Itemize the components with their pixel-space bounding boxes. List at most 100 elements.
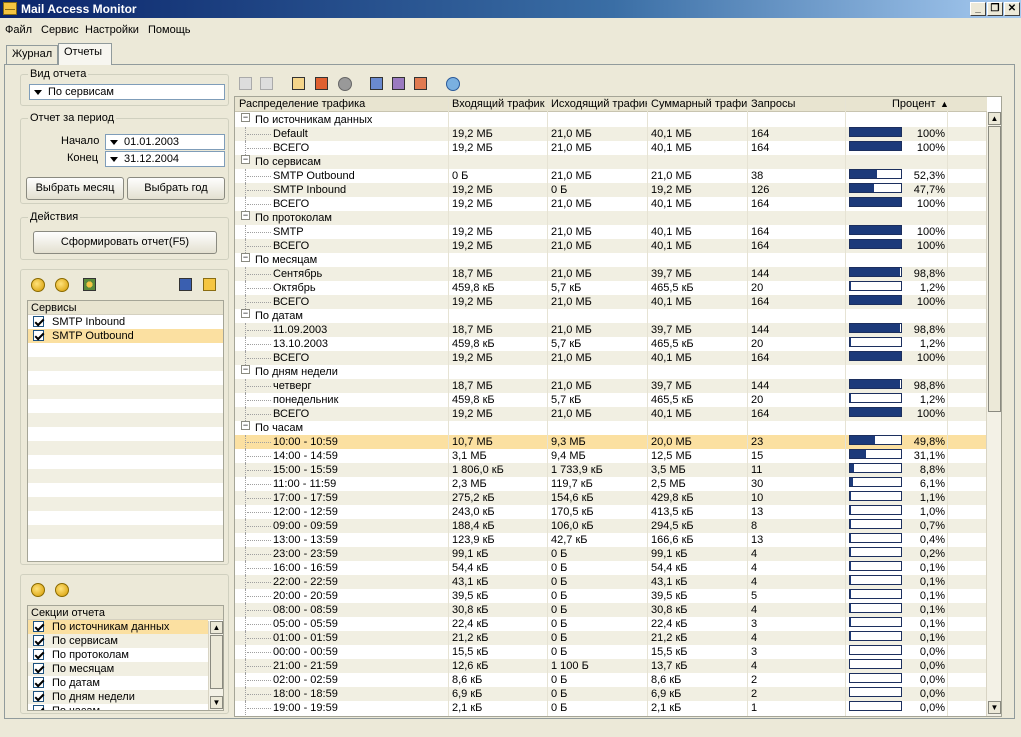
table-row[interactable]: 01:00 - 01:59 21,2 кБ 0 Б 21,2 кБ 4 0,1%: [235, 631, 987, 645]
table-row[interactable]: ВСЕГО 19,2 МБ 21,0 МБ 40,1 МБ 164 100%: [235, 141, 987, 155]
select-year-button[interactable]: Выбрать год: [127, 177, 225, 200]
table-row[interactable]: SMTP Inbound 19,2 МБ 0 Б 19,2 МБ 126 47,7%: [235, 183, 987, 197]
section-item[interactable]: По источникам данных: [28, 620, 208, 634]
section-item[interactable]: По месяцам: [28, 662, 208, 676]
search-icon[interactable]: [444, 75, 462, 93]
table-row[interactable]: понедельник 459,8 кБ 5,7 кБ 465,5 кБ 20 1,2%: [235, 393, 987, 407]
checkbox[interactable]: [33, 677, 44, 688]
col-total[interactable]: Суммарный трафик: [651, 98, 747, 110]
table-row[interactable]: 15:00 - 15:59 1 806,0 кБ 1 733,9 кБ 3,5 МБ 1…: [235, 463, 987, 477]
table-row[interactable]: 14:00 - 14:59 3,1 МБ 9,4 МБ 12,5 МБ 15 31,1%: [235, 449, 987, 463]
invert-selection-icon[interactable]: [81, 276, 99, 294]
checkbox[interactable]: [33, 691, 44, 702]
checkbox[interactable]: [33, 316, 44, 327]
checkbox[interactable]: [33, 635, 44, 646]
table-row[interactable]: ВСЕГО 19,2 МБ 21,0 МБ 40,1 МБ 164 100%: [235, 239, 987, 253]
sections-scrollbar[interactable]: ▲ ▼: [208, 621, 223, 710]
pie-chart-icon[interactable]: [336, 75, 354, 93]
menu-help[interactable]: Помощь: [148, 24, 191, 36]
checkbox[interactable]: [33, 330, 44, 341]
table-row[interactable]: 23:00 - 23:59 99,1 кБ 0 Б 99,1 кБ 4 0,2%: [235, 547, 987, 561]
start-date-field[interactable]: 01.01.2003: [105, 134, 225, 150]
grid-scrollbar[interactable]: ▲ ▼: [986, 112, 1001, 716]
section-item[interactable]: По сервисам: [28, 634, 208, 648]
section-item[interactable]: По часам: [28, 704, 208, 710]
group-row[interactable]: − По дням недели: [235, 365, 987, 379]
table-row[interactable]: 00:00 - 00:59 15,5 кБ 0 Б 15,5 кБ 3 0,0%: [235, 645, 987, 659]
table-row[interactable]: SMTP Outbound 0 Б 21,0 МБ 21,0 МБ 38 52,3%: [235, 169, 987, 183]
table-row[interactable]: Сентябрь 18,7 МБ 21,0 МБ 39,7 МБ 144 98,8%: [235, 267, 987, 281]
table-row[interactable]: ВСЕГО 19,2 МБ 21,0 МБ 40,1 МБ 164 100%: [235, 351, 987, 365]
menu-file[interactable]: Файл: [5, 24, 32, 36]
collapse-icon[interactable]: −: [241, 211, 250, 220]
uncheck-all-icon[interactable]: [53, 276, 71, 294]
checkbox[interactable]: [33, 705, 44, 710]
back-icon[interactable]: [237, 75, 255, 93]
section-item[interactable]: По протоколам: [28, 648, 208, 662]
table-row[interactable]: SMTP 19,2 МБ 21,0 МБ 40,1 МБ 164 100%: [235, 225, 987, 239]
menu-settings[interactable]: Настройки: [85, 24, 139, 36]
group-row[interactable]: − По протоколам: [235, 211, 987, 225]
table-row[interactable]: 11:00 - 11:59 2,3 МБ 119,7 кБ 2,5 МБ 30 6,1%: [235, 477, 987, 491]
maximize-button[interactable]: ❐: [987, 2, 1003, 16]
table-row[interactable]: 10:00 - 10:59 10,7 МБ 9,3 МБ 20,0 МБ 23 49,8%: [235, 435, 987, 449]
save-icon[interactable]: [177, 276, 195, 294]
check-all-sections-icon[interactable]: [29, 581, 47, 599]
col-requests[interactable]: Запросы: [751, 98, 847, 110]
table-row[interactable]: 12:00 - 12:59 243,0 кБ 170,5 кБ 413,5 кБ 13 1…: [235, 505, 987, 519]
table-row[interactable]: 05:00 - 05:59 22,4 кБ 0 Б 22,4 кБ 3 0,1%: [235, 617, 987, 631]
table-row[interactable]: 11.09.2003 18,7 МБ 21,0 МБ 39,7 МБ 144 98,8%: [235, 323, 987, 337]
report-view-icon[interactable]: [290, 75, 308, 93]
group-row[interactable]: − По сервисам: [235, 155, 987, 169]
collapse-icon[interactable]: −: [241, 155, 250, 164]
collapse-icon[interactable]: −: [241, 421, 250, 430]
chart-icon[interactable]: [313, 75, 331, 93]
table-row[interactable]: Default 19,2 МБ 21,0 МБ 40,1 МБ 164 100%: [235, 127, 987, 141]
table-row[interactable]: ВСЕГО 19,2 МБ 21,0 МБ 40,1 МБ 164 100%: [235, 407, 987, 421]
checkbox[interactable]: [33, 649, 44, 660]
uncheck-all-sections-icon[interactable]: [53, 581, 71, 599]
section-item[interactable]: По датам: [28, 676, 208, 690]
table-row[interactable]: 09:00 - 09:59 188,4 кБ 106,0 кБ 294,5 кБ 8 0,…: [235, 519, 987, 533]
generate-report-button[interactable]: Сформировать отчет(F5): [33, 231, 217, 254]
scroll-down-icon[interactable]: ▼: [988, 701, 1001, 714]
service-item[interactable]: SMTP Inbound: [28, 315, 223, 329]
scroll-up-icon[interactable]: ▲: [210, 621, 223, 634]
checkbox[interactable]: [33, 663, 44, 674]
table-row[interactable]: Октябрь 459,8 кБ 5,7 кБ 465,5 кБ 20 1,2%: [235, 281, 987, 295]
collapse-icon[interactable]: −: [241, 309, 250, 318]
check-all-icon[interactable]: [29, 276, 47, 294]
table-row[interactable]: 17:00 - 17:59 275,2 кБ 154,6 кБ 429,8 кБ 10 1…: [235, 491, 987, 505]
col-outgoing[interactable]: Исходящий трафик: [551, 98, 647, 110]
collapse-icon[interactable]: −: [241, 113, 250, 122]
table-row[interactable]: 13.10.2003 459,8 кБ 5,7 кБ 465,5 кБ 20 1,2%: [235, 337, 987, 351]
checkbox[interactable]: [33, 621, 44, 632]
export-icon[interactable]: [368, 75, 386, 93]
table-row[interactable]: 18:00 - 18:59 6,9 кБ 0 Б 6,9 кБ 2 0,0%: [235, 687, 987, 701]
scroll-up-icon[interactable]: ▲: [988, 112, 1001, 125]
end-date-field[interactable]: 31.12.2004: [105, 151, 225, 167]
close-button[interactable]: ✕: [1004, 2, 1020, 16]
forward-icon[interactable]: [258, 75, 276, 93]
collapse-icon[interactable]: −: [241, 365, 250, 374]
open-folder-icon[interactable]: [201, 276, 219, 294]
scroll-down-icon[interactable]: ▼: [210, 696, 223, 709]
col-incoming[interactable]: Входящий трафик: [452, 98, 548, 110]
select-month-button[interactable]: Выбрать месяц: [26, 177, 124, 200]
menu-service[interactable]: Сервис: [41, 24, 79, 36]
col-distribution[interactable]: Распределение трафика: [239, 98, 449, 110]
tab-journal[interactable]: Журнал: [6, 45, 58, 64]
table-row[interactable]: 19:00 - 19:59 2,1 кБ 0 Б 2,1 кБ 1 0,0%: [235, 701, 987, 715]
table-row[interactable]: 20:00 - 20:59 39,5 кБ 0 Б 39,5 кБ 5 0,1%: [235, 589, 987, 603]
table-row[interactable]: ВСЕГО 19,2 МБ 21,0 МБ 40,1 МБ 164 100%: [235, 295, 987, 309]
table-row[interactable]: 13:00 - 13:59 123,9 кБ 42,7 кБ 166,6 кБ 13 0,…: [235, 533, 987, 547]
group-row[interactable]: − По датам: [235, 309, 987, 323]
table-row[interactable]: 21:00 - 21:59 12,6 кБ 1 100 Б 13,7 кБ 4 0,0%: [235, 659, 987, 673]
table-row[interactable]: ВСЕГО 19,2 МБ 21,0 МБ 40,1 МБ 164 100%: [235, 197, 987, 211]
print-icon[interactable]: [390, 75, 408, 93]
group-row[interactable]: − По источникам данных: [235, 113, 987, 127]
service-item[interactable]: SMTP Outbound: [28, 329, 223, 343]
scroll-thumb[interactable]: [210, 635, 223, 689]
minimize-button[interactable]: _: [970, 2, 986, 16]
group-row[interactable]: − По месяцам: [235, 253, 987, 267]
